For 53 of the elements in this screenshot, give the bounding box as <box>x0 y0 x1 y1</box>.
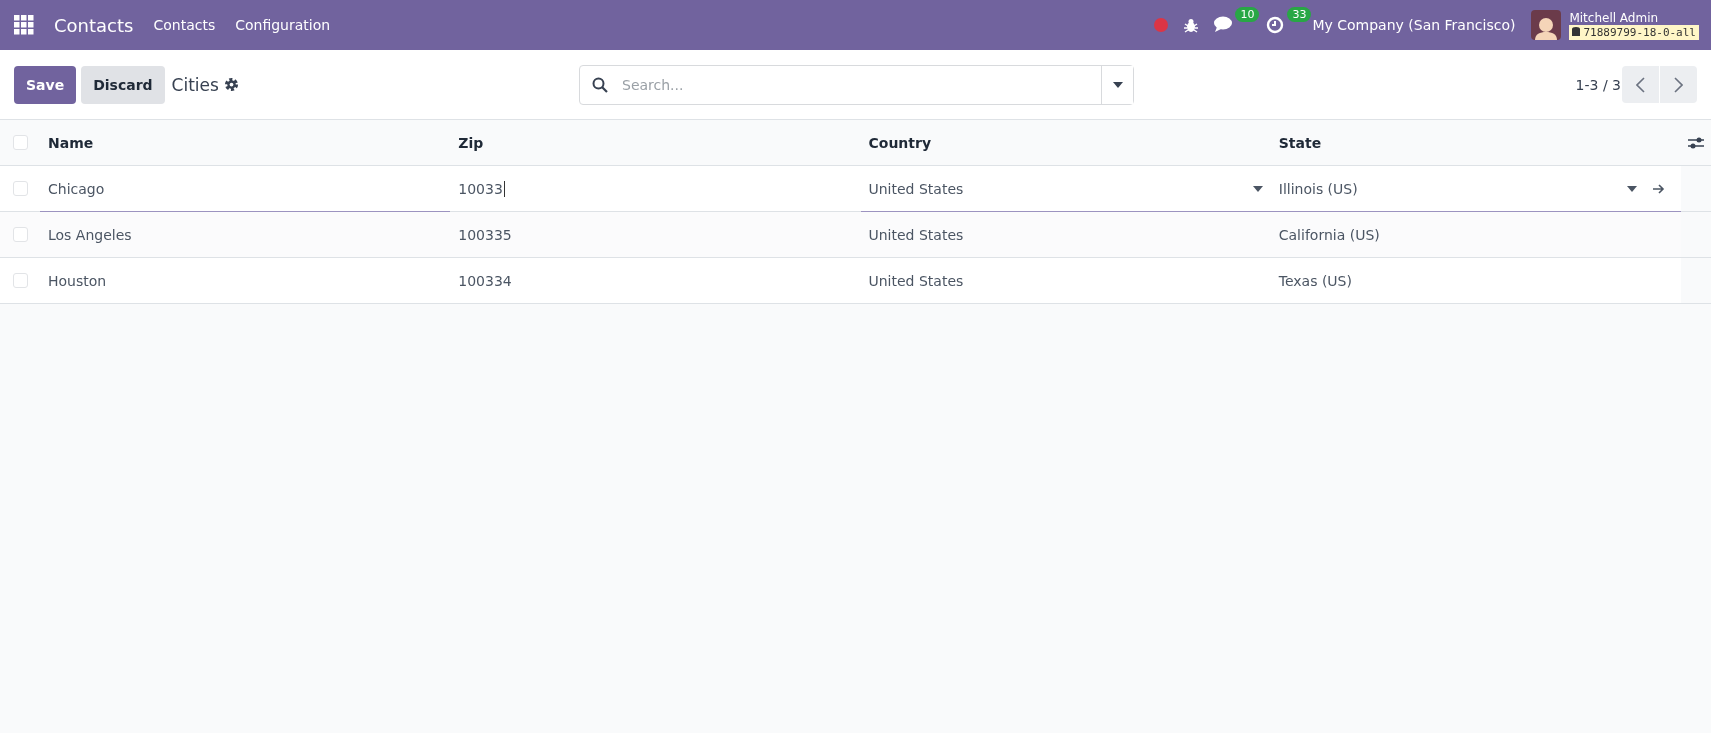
row-checkbox[interactable] <box>12 227 28 242</box>
database-name: 71889799-18-0-all <box>1583 25 1696 39</box>
bug-icon[interactable] <box>1184 17 1199 33</box>
row-checkbox[interactable] <box>12 181 28 196</box>
table-row[interactable]: Houston 100334 United States Texas (US) <box>0 258 1711 304</box>
input-field[interactable]: 10033 <box>458 180 853 197</box>
pager-value[interactable]: 1-3 / 3 <box>1575 76 1621 93</box>
caret-icon <box>1112 81 1123 88</box>
column-options-icon[interactable] <box>1688 135 1704 150</box>
app-name[interactable]: Contacts <box>54 14 134 36</box>
menu-item[interactable]: Contacts <box>153 17 216 33</box>
column-header[interactable]: State <box>1270 120 1681 165</box>
message-count: 10 <box>1235 7 1260 22</box>
table-cell-text: Los Angeles <box>48 226 133 243</box>
clock-icon[interactable] <box>1266 16 1285 34</box>
settings-icon[interactable] <box>223 77 239 92</box>
save-button[interactable]: Save <box>14 65 77 104</box>
arrow-right-icon[interactable] <box>1653 183 1665 194</box>
table-cell-text: United States <box>868 226 965 243</box>
table-cell-text: California (US) <box>1278 226 1381 243</box>
select-all-checkbox[interactable] <box>12 135 28 150</box>
activity-count: 33 <box>1287 7 1312 22</box>
search-bar[interactable]: Search... <box>579 64 1134 105</box>
column-header[interactable]: Zip <box>450 120 861 165</box>
table-cell-text: Texas (US) <box>1278 272 1353 289</box>
table-row[interactable]: Los Angeles 100335 United States California (US) <box>0 212 1711 258</box>
input-field[interactable]: Chicago <box>48 180 443 197</box>
table-cell-text: 100334 <box>458 272 513 289</box>
record-dot-icon[interactable] <box>1154 18 1169 32</box>
apps-grid-icon[interactable] <box>14 15 34 35</box>
input-field[interactable]: Illinois (US) <box>1278 180 1621 197</box>
table-cell-text: Houston <box>48 272 108 289</box>
column-header[interactable]: Country <box>860 120 1271 165</box>
row-checkbox[interactable] <box>12 273 28 288</box>
menu-item[interactable]: Configuration <box>235 17 331 33</box>
chevron-left-icon <box>1636 76 1645 93</box>
column-header[interactable]: Name <box>40 120 451 165</box>
page-title: Cities <box>171 74 219 95</box>
company-switcher[interactable]: My Company (San Francisco) <box>1312 17 1516 33</box>
discard-button[interactable]: Discard <box>81 65 165 104</box>
search-input[interactable]: Search... <box>616 65 1101 104</box>
caret-icon[interactable] <box>1252 185 1263 192</box>
search-options-button[interactable] <box>1101 65 1133 104</box>
caret-icon[interactable] <box>1627 185 1637 192</box>
search-icon <box>592 76 608 93</box>
table-row[interactable]: Chicago 10033 United States Illinois (US) <box>0 166 1711 212</box>
input-field[interactable]: United States <box>868 180 1247 197</box>
user-avatar[interactable] <box>1531 10 1562 40</box>
chevron-right-icon <box>1674 76 1683 93</box>
database-icon <box>1572 27 1581 37</box>
table-cell-text: 100335 <box>458 226 513 243</box>
user-name[interactable]: Mitchell Admin <box>1569 10 1699 25</box>
table-cell-text: United States <box>868 272 965 289</box>
